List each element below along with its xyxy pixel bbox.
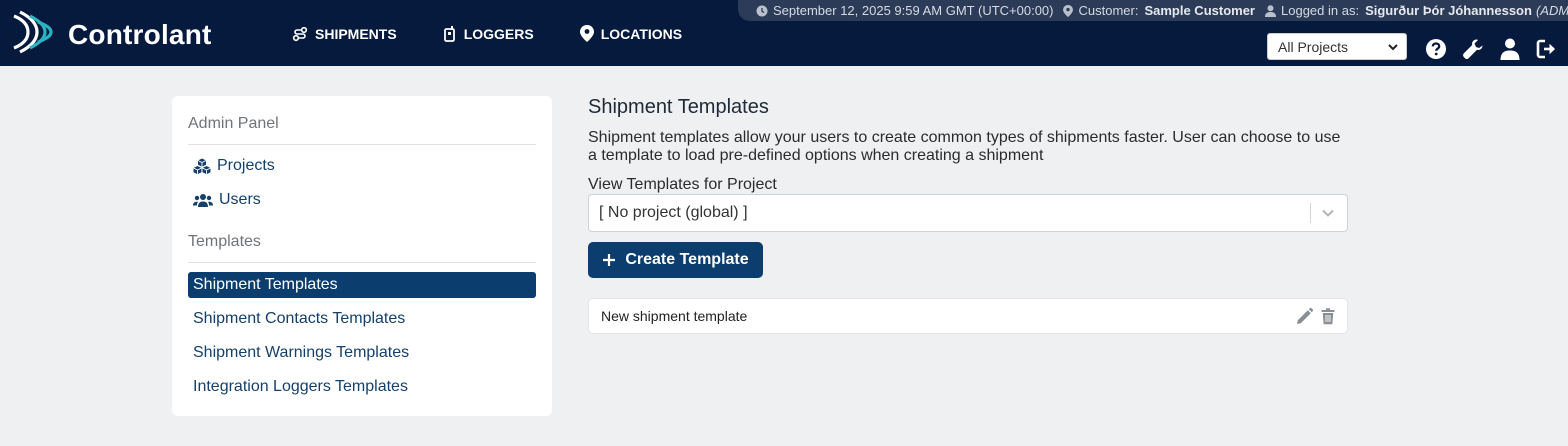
logout-icon[interactable] — [1535, 37, 1559, 61]
wrench-icon[interactable] — [1461, 37, 1485, 61]
nav-shipments[interactable]: SHIPMENTS — [292, 25, 397, 42]
sidebar-item-label: Shipment Contacts Templates — [193, 310, 406, 327]
nav-locations-label: LOCATIONS — [600, 25, 683, 42]
project-select[interactable]: All Projects — [1267, 33, 1407, 60]
logo[interactable]: Controlant — [12, 10, 212, 59]
template-name: New shipment template — [601, 308, 748, 324]
sidebar-item-integration-loggers-templates[interactable]: Integration Loggers Templates — [188, 374, 536, 400]
sidebar-item-users[interactable]: Users — [188, 187, 536, 213]
datetime-info: September 12, 2025 9:59 AM GMT (UTC+00:0… — [756, 3, 1053, 18]
nav-loggers-label: LOGGERS — [463, 25, 534, 42]
user-icon — [1265, 4, 1276, 17]
page-title: Shipment Templates — [588, 96, 769, 118]
project-select-value: All Projects — [1278, 38, 1349, 55]
project-filter-value: [ No project (global) ] — [599, 204, 748, 221]
logged-in-label: Logged in as: — [1281, 3, 1360, 18]
status-bar: September 12, 2025 9:59 AM GMT (UTC+00:0… — [738, 0, 1568, 21]
clock-icon — [756, 5, 768, 16]
plus-icon — [603, 254, 616, 266]
create-template-label: Create Template — [625, 251, 749, 268]
divider — [188, 144, 536, 145]
customer-label: Customer: — [1078, 3, 1139, 18]
customer-value: Sample Customer — [1144, 3, 1255, 18]
template-actions — [1288, 308, 1335, 325]
sidebar-item-label: Shipment Warnings Templates — [193, 344, 410, 361]
nav-loggers[interactable]: LOGGERS — [443, 25, 534, 42]
divider — [188, 262, 536, 263]
user-icon[interactable] — [1498, 37, 1522, 61]
nav-locations[interactable]: LOCATIONS — [579, 25, 683, 42]
project-filter-select[interactable]: [ No project (global) ] — [588, 194, 1348, 232]
sidebar-item-label: Shipment Templates — [193, 276, 338, 293]
pencil-icon[interactable] — [1296, 308, 1313, 325]
admin-panel-heading: Admin Panel — [188, 115, 279, 132]
sidebar-item-users-label: Users — [219, 191, 261, 208]
main-nav: SHIPMENTS LOGGERS LOCATIONS — [292, 25, 728, 42]
location-pin-icon — [1063, 4, 1074, 17]
customer-info: Customer: Sample Customer — [1063, 3, 1255, 18]
logged-in-role: (ADMIN) — [1535, 3, 1568, 18]
brand-name: Controlant — [68, 18, 212, 50]
route-icon — [292, 26, 308, 41]
nav-shipments-label: SHIPMENTS — [315, 25, 397, 42]
top-bar: Controlant SHIPMENTS LOGGERS LOCATIONS S… — [0, 0, 1568, 66]
select-separator — [1310, 203, 1311, 223]
sidebar-item-shipment-warnings-templates[interactable]: Shipment Warnings Templates — [188, 340, 536, 366]
page-description: Shipment templates allow your users to c… — [588, 129, 1341, 164]
sidebar-item-label: Integration Loggers Templates — [193, 378, 408, 395]
location-pin-icon — [579, 25, 594, 42]
users-icon — [193, 193, 213, 207]
header-actions — [1424, 37, 1568, 61]
templates-heading: Templates — [188, 233, 261, 250]
logged-in-user: Sigurður Þór Jóhannesson — [1365, 3, 1532, 18]
sidebar-item-projects-label: Projects — [217, 157, 275, 174]
controlant-logo-icon — [12, 10, 54, 59]
sidebar-item-shipment-contacts-templates[interactable]: Shipment Contacts Templates — [188, 306, 536, 332]
logger-icon — [443, 25, 455, 42]
logged-in-info: Logged in as: Sigurður Þór Jóhannesson (… — [1265, 3, 1568, 18]
admin-sidebar: Admin Panel Projects Users Templates Shi… — [172, 96, 552, 416]
chevron-down-icon — [1322, 209, 1334, 217]
template-list-item[interactable]: New shipment template — [588, 298, 1348, 334]
trash-icon[interactable] — [1321, 308, 1335, 325]
chevron-down-icon — [1388, 44, 1398, 51]
sidebar-item-projects[interactable]: Projects — [188, 153, 536, 179]
cubes-icon — [193, 158, 211, 174]
project-filter-label: View Templates for Project — [588, 176, 777, 193]
help-icon[interactable] — [1424, 37, 1448, 61]
create-template-button[interactable]: Create Template — [588, 242, 763, 278]
datetime-text: September 12, 2025 9:59 AM GMT (UTC+00:0… — [773, 3, 1054, 18]
sidebar-item-shipment-templates[interactable]: Shipment Templates — [188, 272, 536, 298]
